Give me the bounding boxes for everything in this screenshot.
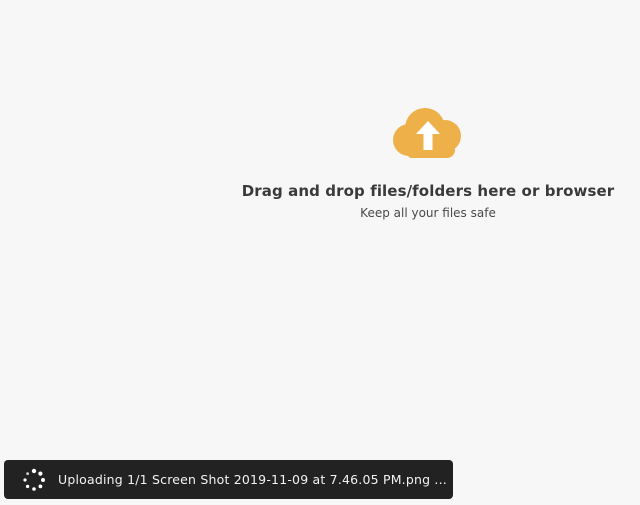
upload-status-message: Uploading 1/1 Screen Shot 2019-11-09 at … xyxy=(58,472,447,487)
cloud-upload-icon xyxy=(393,108,461,158)
upload-status-toast: Uploading 1/1 Screen Shot 2019-11-09 at … xyxy=(4,460,453,499)
drop-zone-subtitle: Keep all your files safe xyxy=(360,206,496,220)
loading-spinner-icon xyxy=(23,468,45,491)
drop-zone-title: Drag and drop files/folders here or brow… xyxy=(241,182,615,200)
upload-page: Drag and drop files/folders here or brow… xyxy=(0,0,640,505)
drop-zone[interactable]: Drag and drop files/folders here or brow… xyxy=(230,100,626,230)
